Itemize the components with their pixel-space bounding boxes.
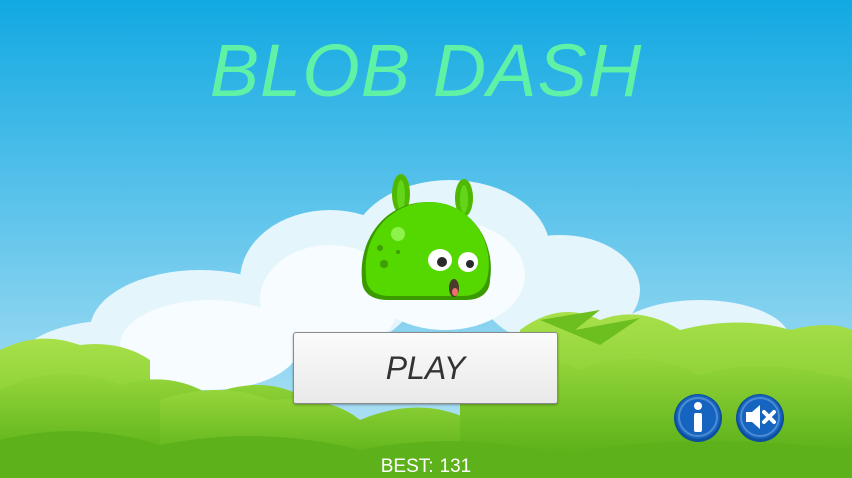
best-score-value: 131 xyxy=(439,456,472,477)
best-score: BEST: 131 xyxy=(0,456,852,478)
info-button[interactable] xyxy=(673,393,723,443)
play-button[interactable]: PLAY xyxy=(293,332,558,404)
best-score-label: BEST: xyxy=(380,456,434,477)
blob-character xyxy=(361,174,491,300)
game-scene: BLOB DASH PLAY BEST: 131 xyxy=(0,0,852,478)
game-title: BLOB DASH xyxy=(209,29,643,112)
speaker-muted-icon xyxy=(736,394,784,442)
mute-button[interactable] xyxy=(735,393,785,443)
info-icon xyxy=(674,394,722,442)
play-button-label: PLAY xyxy=(385,349,466,386)
